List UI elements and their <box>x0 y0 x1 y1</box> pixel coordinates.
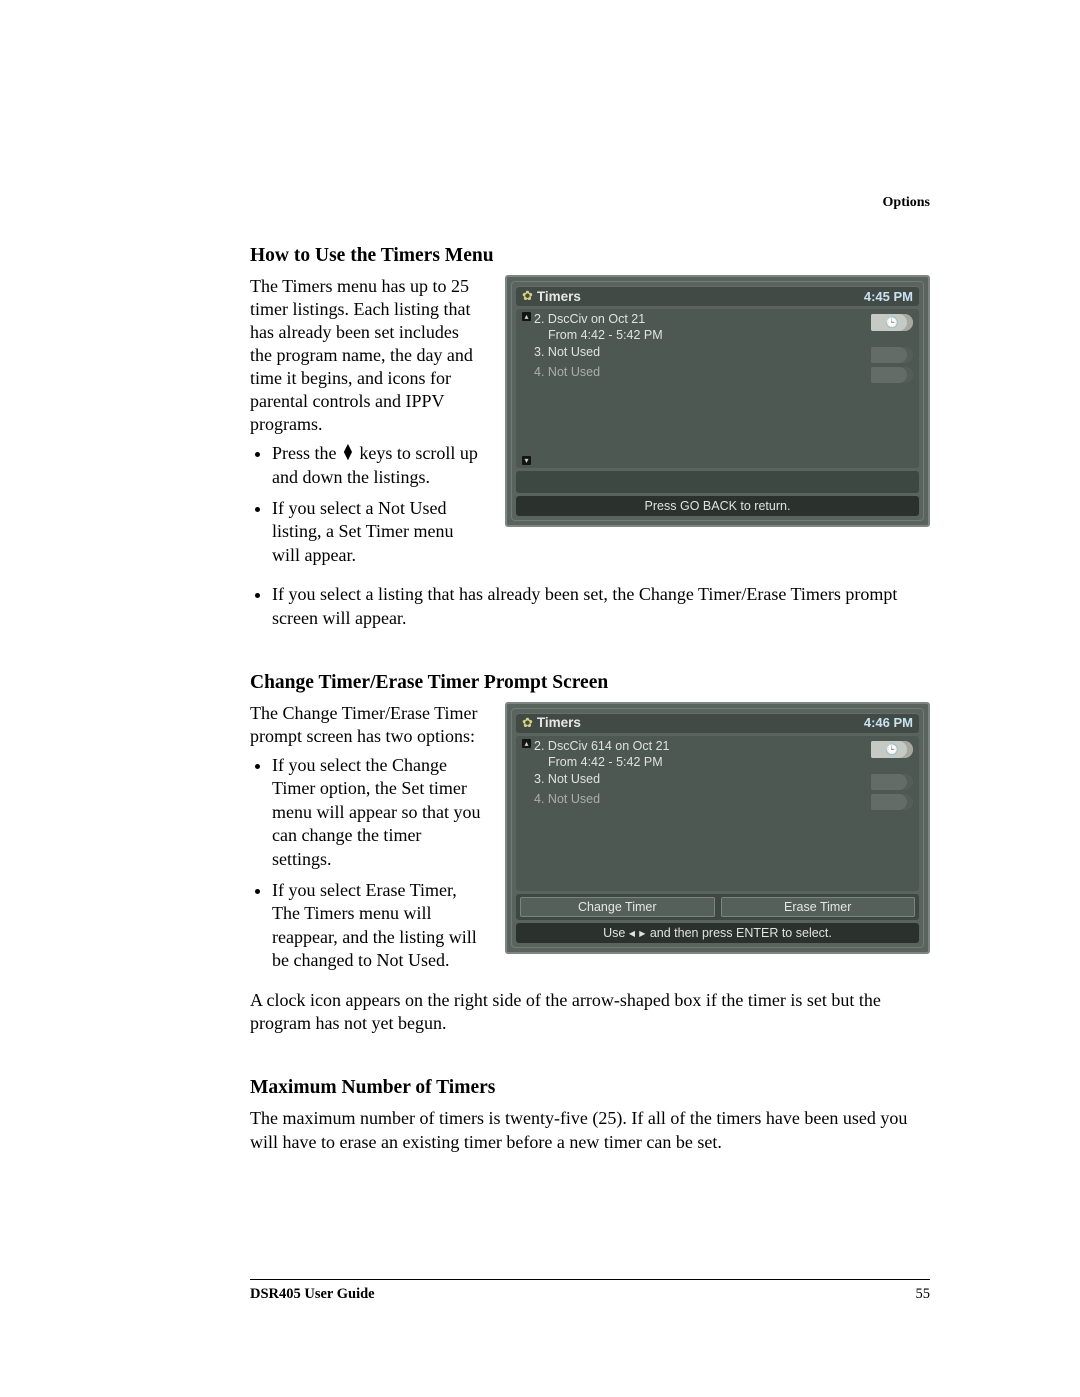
section3-title: Maximum Number of Timers <box>250 1077 930 1099</box>
clock-icon: 🕒 <box>871 314 913 331</box>
ui2-btnbar: Change Timer Erase Timer <box>516 894 919 920</box>
ui-clock: 4:45 PM <box>864 289 913 304</box>
ui2-row-2: 3. Not Used . <box>520 771 915 791</box>
section2-intro: The Change Timer/Erase Timer prompt scre… <box>250 702 485 748</box>
ui-row-2: 3. Not Used . <box>520 344 915 364</box>
ui-row-1: 2. DscCiv on Oct 21From 4:42 - 5:42 PM 🕒 <box>520 311 915 344</box>
scroll-down-icon: ▾ <box>522 456 531 465</box>
ui-help: Press GO BACK to return. <box>516 496 919 516</box>
ui2-row-1: 2. DscCiv 614 on Oct 21From 4:42 - 5:42 … <box>520 738 915 771</box>
ui-row-3: 4. Not Used . <box>520 364 915 384</box>
ui-clock: 4:46 PM <box>864 715 913 730</box>
gear-icon: ✿ <box>522 715 533 731</box>
section1-title: How to Use the Timers Menu <box>250 245 930 267</box>
scroll-up-icon: ▴ <box>522 312 531 321</box>
ui2-list: ▴ 2. DscCiv 614 on Oct 21From 4:42 - 5:4… <box>516 736 919 891</box>
section2-title: Change Timer/Erase Timer Prompt Screen <box>250 672 930 694</box>
ui-list: ▴ 2. DscCiv on Oct 21From 4:42 - 5:42 PM… <box>516 309 919 468</box>
section2-bullet-1: If you select the Change Timer option, t… <box>272 754 485 871</box>
clock-icon: 🕒 <box>871 741 913 758</box>
footer-page: 55 <box>916 1286 931 1303</box>
leftright-icon: ◀ ▶ <box>629 929 647 938</box>
timers-menu-screenshot: ✿Timers 4:45 PM ▴ 2. DscCiv on Oct 21Fro… <box>505 275 930 527</box>
ui-btnbar-empty <box>516 471 919 493</box>
header-category: Options <box>883 195 930 211</box>
ui2-help: Use ◀ ▶ and then press ENTER to select. <box>516 923 919 943</box>
change-timer-button[interactable]: Change Timer <box>520 897 715 917</box>
change-erase-screenshot: ✿Timers 4:46 PM ▴ 2. DscCiv 614 on Oct 2… <box>505 702 930 954</box>
ui2-titlebar: ✿Timers 4:46 PM <box>516 713 919 733</box>
ui-titlebar: ✿Timers 4:45 PM <box>516 286 919 306</box>
section2-bullet-2: If you select Erase Timer, The Timers me… <box>272 879 485 973</box>
gear-icon: ✿ <box>522 288 533 304</box>
section1-bullet-2: If you select a Not Used listing, a Set … <box>272 497 485 567</box>
section1-intro: The Timers menu has up to 25 timer listi… <box>250 275 485 436</box>
section3-text: The maximum number of timers is twenty-f… <box>250 1107 930 1154</box>
updown-icon: ▲▼ <box>341 445 355 462</box>
section1-after-bullet: If you select a listing that has already… <box>272 583 930 630</box>
footer-guide: DSR405 User Guide <box>250 1286 375 1303</box>
section1-bullet-1: Press the ▲▼ keys to scroll up and down … <box>272 442 485 489</box>
erase-timer-button[interactable]: Erase Timer <box>721 897 916 917</box>
section2-after: A clock icon appears on the right side o… <box>250 989 930 1036</box>
scroll-up-icon: ▴ <box>522 739 531 748</box>
ui2-row-3: 4. Not Used . <box>520 791 915 811</box>
